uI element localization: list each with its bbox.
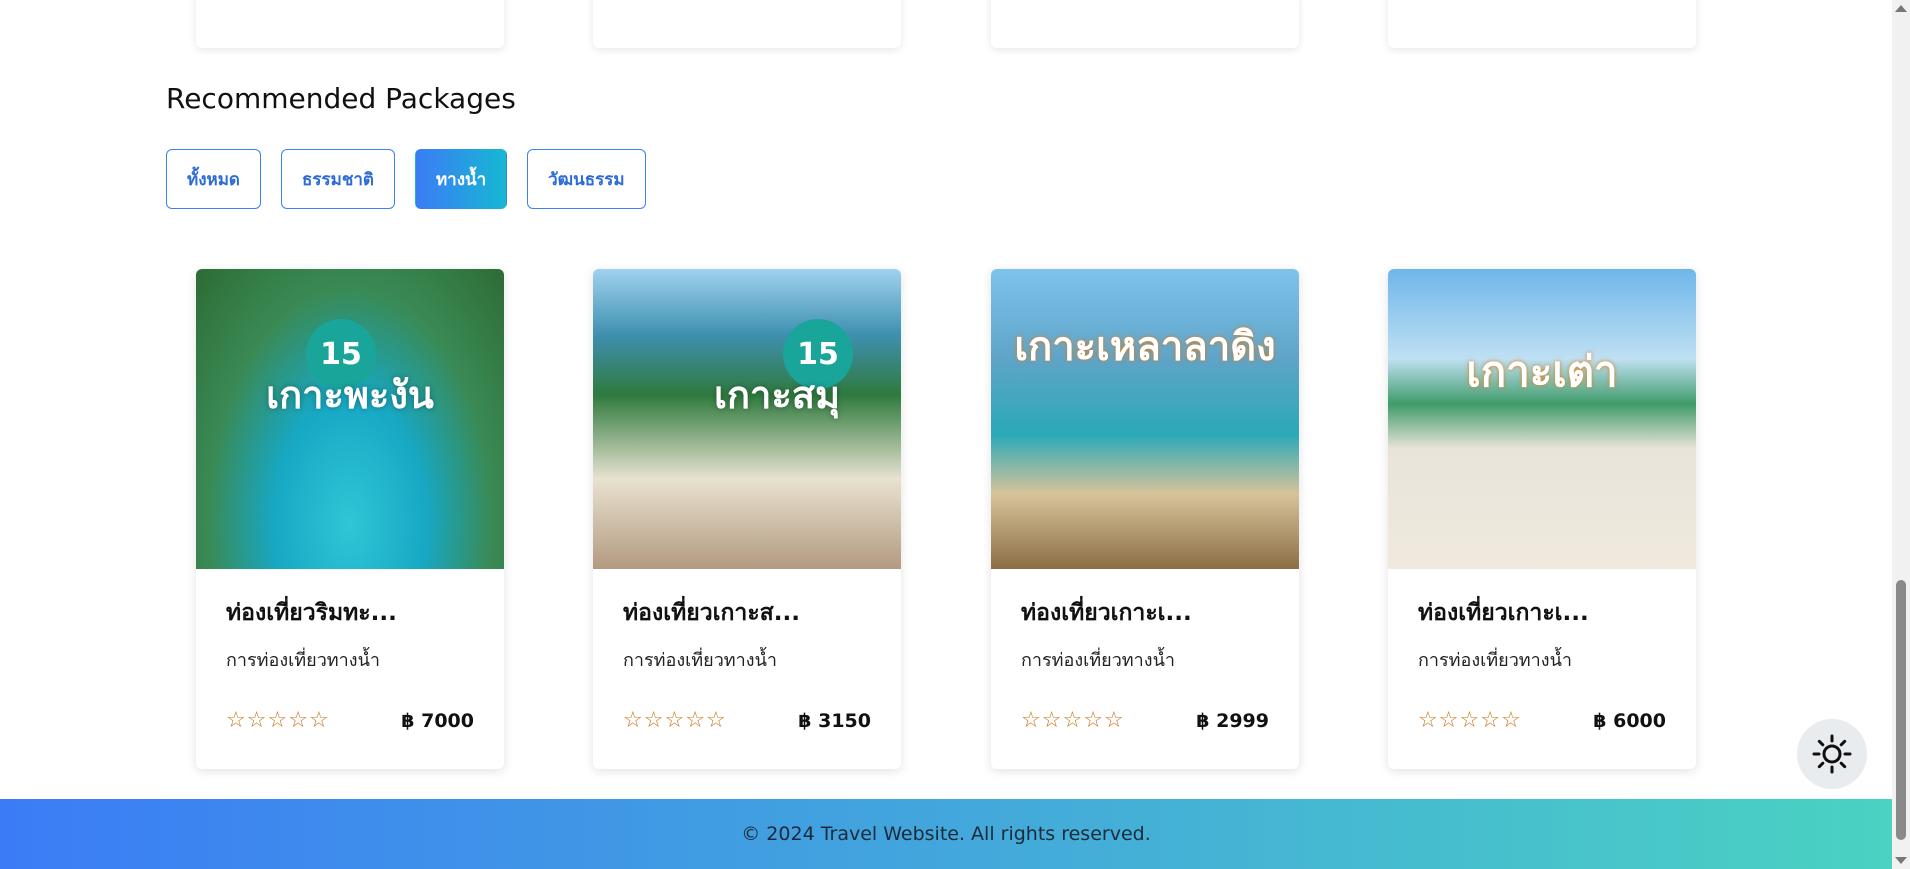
package-price: ฿ 3150 [798,710,871,732]
rating-stars: ☆ ☆ ☆ ☆ ☆ [1021,710,1124,732]
star-outline-icon: ☆ [246,708,267,733]
star-outline-icon: ☆ [664,708,685,733]
star-outline-icon: ☆ [288,708,308,733]
star-outline-icon: ☆ [685,708,705,733]
image-caption: เกาะพะงัน [266,373,434,417]
package-price: ฿ 2999 [1196,710,1269,732]
rating-stars: ☆ ☆ ☆ ☆ ☆ [623,710,726,732]
package-category: การท่องเที่ยวทางน้ำ [1021,650,1175,671]
package-card[interactable]: 15 เกาะสมุ ท่องเที่ยวเกาะส... การท่องเที… [593,269,901,769]
theme-toggle-button[interactable] [1797,719,1867,789]
scroll-down-arrow-icon[interactable] [1895,857,1907,864]
package-image: เกาะเต่า [1388,269,1696,569]
previous-package-card[interactable] [593,0,901,48]
image-caption: เกาะเหลาลาดิง [1014,324,1276,370]
star-outline-icon: ☆ [1459,708,1480,733]
previous-package-card[interactable] [991,0,1299,48]
image-caption: เกาะสมุ [714,373,840,417]
package-title[interactable]: ท่องเที่ยวเกาะเ... [1021,595,1269,631]
star-outline-icon: ☆ [623,708,643,733]
package-category: การท่องเที่ยวทางน้ำ [623,650,777,671]
previous-package-card[interactable] [196,0,504,48]
sun-icon [1812,734,1852,774]
package-title[interactable]: ท่องเที่ยวเกาะเ... [1418,595,1666,631]
package-image: เกาะเหลาลาดิง [991,269,1299,569]
page-scrollbar[interactable] [1892,0,1910,869]
star-outline-icon: ☆ [705,708,726,733]
package-card[interactable]: 15 เกาะพะงัน ท่องเที่ยวริมทะ... การท่องเ… [196,269,504,769]
package-card[interactable]: เกาะเหลาลาดิง ท่องเที่ยวเกาะเ... การท่อง… [991,269,1299,769]
star-outline-icon: ☆ [1041,708,1062,733]
star-outline-icon: ☆ [308,708,329,733]
star-outline-icon: ☆ [1418,708,1438,733]
package-category: การท่องเที่ยวทางน้ำ [226,650,380,671]
image-caption: เกาะเต่า [1466,347,1618,396]
star-outline-icon: ☆ [1062,708,1083,733]
package-title[interactable]: ท่องเที่ยวเกาะส... [623,595,871,631]
section-title: Recommended Packages [166,82,516,115]
package-price: ฿ 6000 [1593,710,1666,732]
scrollbar-thumb[interactable] [1896,580,1906,840]
star-outline-icon: ☆ [1500,708,1521,733]
package-image: 15 เกาะสมุ [593,269,901,569]
star-outline-icon: ☆ [1103,708,1124,733]
star-outline-icon: ☆ [1438,708,1459,733]
star-outline-icon: ☆ [1083,708,1103,733]
filter-culture-button[interactable]: วัฒนธรรม [527,149,646,209]
package-price: ฿ 7000 [401,710,474,732]
filter-all-button[interactable]: ทั้งหมด [166,149,261,209]
star-outline-icon: ☆ [643,708,664,733]
previous-package-card[interactable] [1388,0,1696,48]
footer-copyright: © 2024 Travel Website. All rights reserv… [741,823,1151,845]
star-outline-icon: ☆ [267,708,288,733]
rating-stars: ☆ ☆ ☆ ☆ ☆ [1418,710,1521,732]
scroll-up-arrow-icon[interactable] [1895,5,1907,12]
package-card[interactable]: เกาะเต่า ท่องเที่ยวเกาะเ... การท่องเที่ย… [1388,269,1696,769]
rating-stars: ☆ ☆ ☆ ☆ ☆ [226,710,329,732]
package-image: 15 เกาะพะงัน [196,269,504,569]
star-outline-icon: ☆ [226,708,246,733]
star-outline-icon: ☆ [1480,708,1500,733]
package-title[interactable]: ท่องเที่ยวริมทะ... [226,595,474,631]
site-footer: © 2024 Travel Website. All rights reserv… [0,799,1892,869]
filter-nature-button[interactable]: ธรรมชาติ [280,149,395,209]
filter-water-button[interactable]: ทางน้ำ [414,149,508,209]
filter-tabs: ทั้งหมด ธรรมชาติ ทางน้ำ วัฒนธรรม [166,149,646,209]
star-outline-icon: ☆ [1021,708,1041,733]
package-category: การท่องเที่ยวทางน้ำ [1418,650,1572,671]
